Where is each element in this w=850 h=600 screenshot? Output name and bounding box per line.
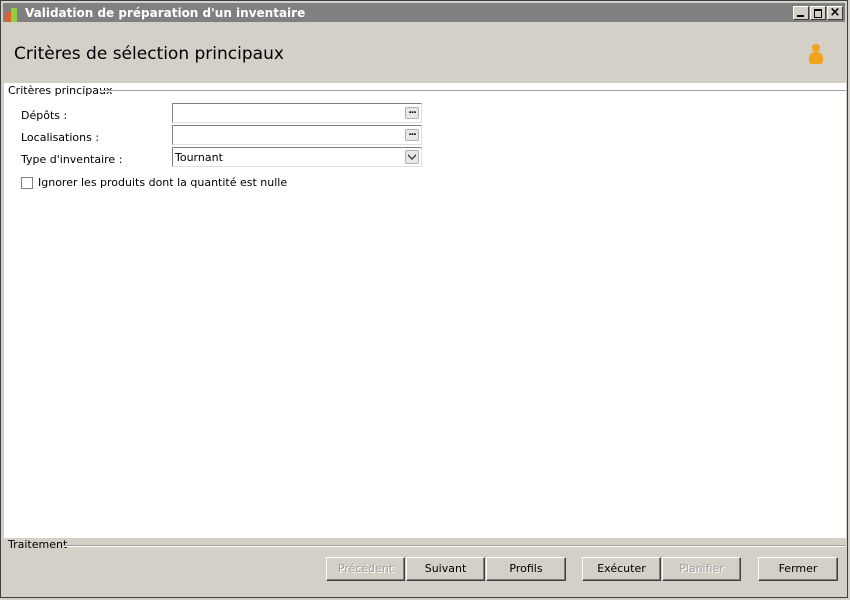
inventory-type-label: Type d'inventaire :	[21, 153, 123, 166]
inventory-type-dropdown-button[interactable]	[405, 150, 419, 164]
user-icon[interactable]	[808, 44, 824, 66]
criteria-group-label: Critères principaux	[8, 84, 113, 97]
depots-field[interactable]: ...	[172, 103, 422, 123]
treatment-group-divider	[63, 545, 846, 547]
execute-button[interactable]: Exécuter	[582, 557, 661, 581]
main-window: Validation de préparation d'un inventair…	[0, 0, 848, 598]
profiles-button[interactable]: Profils	[486, 557, 566, 581]
ignore-zero-quantity-label[interactable]: Ignorer les produits dont la quantité es…	[38, 176, 287, 189]
inventory-type-value: Tournant	[175, 151, 223, 164]
title-bar[interactable]: Validation de préparation d'un inventair…	[3, 3, 845, 22]
app-icon	[5, 6, 21, 22]
chevron-down-icon	[408, 154, 416, 160]
depots-browse-button[interactable]: ...	[405, 107, 419, 119]
localisations-browse-button[interactable]: ...	[405, 129, 419, 141]
close-icon: ×	[829, 5, 841, 20]
localisations-label: Localisations :	[21, 131, 100, 144]
inventory-type-select[interactable]: Tournant	[172, 147, 422, 167]
schedule-button[interactable]: Planifier	[662, 557, 741, 581]
page-header: Critères de sélection principaux	[4, 23, 846, 83]
treatment-group-label: Traitement	[8, 538, 68, 551]
previous-button[interactable]: Précédent	[326, 557, 405, 581]
window-title: Validation de préparation d'un inventair…	[25, 6, 306, 20]
next-button[interactable]: Suivant	[406, 557, 485, 581]
maximize-button[interactable]	[810, 6, 826, 20]
ignore-zero-quantity-checkbox[interactable]	[21, 177, 33, 189]
page-title: Critères de sélection principaux	[14, 44, 284, 64]
close-window-button[interactable]: Fermer	[758, 557, 838, 581]
criteria-panel: Critères principaux Dépôts : ... Localis…	[4, 83, 846, 538]
close-button[interactable]: ×	[827, 5, 843, 20]
minimize-button[interactable]	[793, 6, 809, 20]
localisations-field[interactable]: ...	[172, 125, 422, 145]
criteria-group-divider	[100, 90, 846, 92]
depots-label: Dépôts :	[21, 109, 68, 122]
